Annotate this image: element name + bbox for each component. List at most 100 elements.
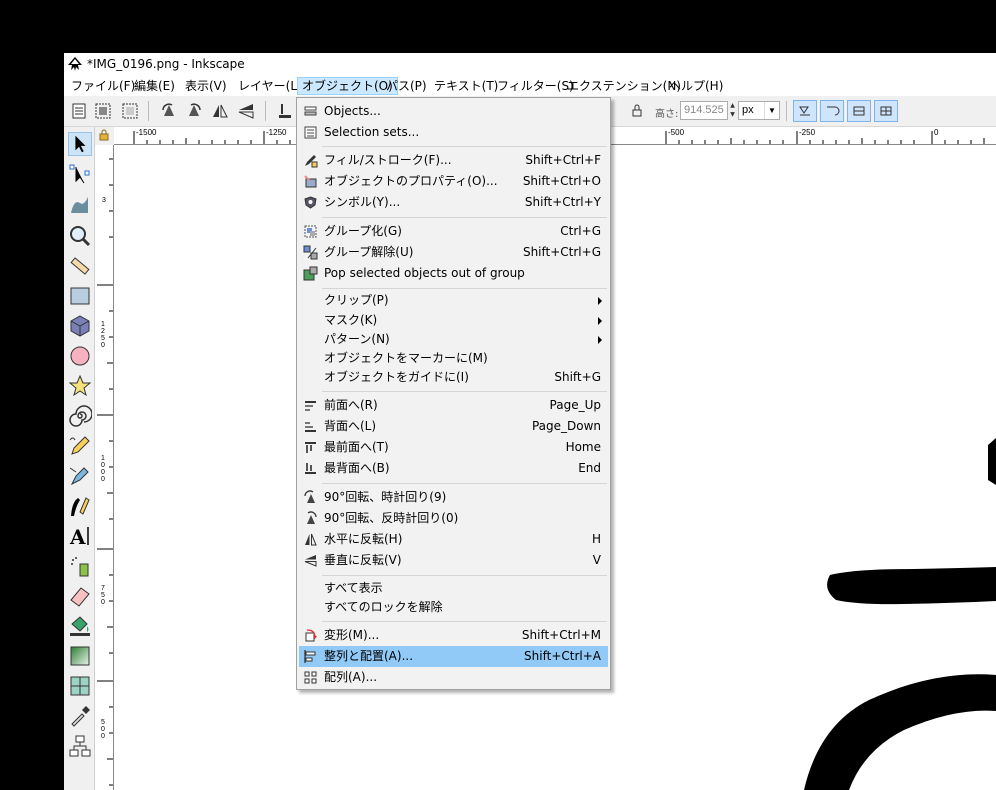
menu-separator	[322, 483, 607, 484]
scale-corners-icon	[827, 106, 840, 116]
menu-item-fill-stroke[interactable]: フィル/ストローク(F)... Shift+Ctrl+F	[299, 150, 608, 171]
transform-stroke-toggle[interactable]	[793, 100, 817, 122]
height-spinner[interactable]: ▲ ▼	[728, 101, 737, 120]
tweak-tool-icon[interactable]	[68, 193, 92, 217]
menu-edit[interactable]: 編集(E)	[130, 77, 179, 95]
selector-tool[interactable]	[68, 132, 92, 156]
ruler-label: -250	[799, 128, 816, 137]
chevron-down-icon: ▼	[764, 102, 779, 119]
toolbox: A	[64, 127, 95, 790]
scale-stroke-icon	[799, 106, 810, 116]
transform-gradients-toggle[interactable]	[847, 100, 871, 122]
menu-text[interactable]: テキスト(T)	[430, 77, 502, 95]
flip-vertical-icon	[304, 555, 317, 567]
menu-item-mask[interactable]: マスク(K)	[299, 310, 608, 331]
menu-file[interactable]: ファイル(F)	[67, 77, 139, 95]
menu-item-arrange[interactable]: 配列(A)...	[299, 667, 608, 688]
menu-separator	[322, 575, 607, 576]
rectangle-tool-icon[interactable]	[68, 284, 92, 308]
rotate-ccw-icon[interactable]	[160, 102, 178, 120]
flip-horizontal-icon	[305, 533, 317, 546]
menu-item-align-distribute[interactable]: 整列と配置(A)... Shift+Ctrl+A	[299, 646, 608, 667]
group-icon	[304, 225, 317, 238]
unit-select[interactable]: px ▼	[738, 101, 780, 120]
pop-out-group-icon	[303, 266, 318, 281]
menu-separator	[322, 146, 607, 147]
rotate-cw-icon[interactable]	[185, 102, 203, 120]
menu-item-object-properties[interactable]: オブジェクトのプロパティ(O)... Shift+Ctrl+O	[299, 171, 608, 192]
node-tool-icon[interactable]	[68, 163, 92, 187]
menu-item-group[interactable]: グループ化(G) Ctrl+G	[299, 221, 608, 242]
window-title: *IMG_0196.png - Inkscape	[87, 57, 245, 71]
eraser-tool-icon[interactable]	[68, 584, 92, 608]
menu-item-ungroup[interactable]: グループ解除(U) Shift+Ctrl+G	[299, 242, 608, 263]
menu-item-objects[interactable]: Objects...	[299, 101, 608, 122]
submenu-arrow-icon	[598, 297, 602, 305]
menu-item-pop-out-group[interactable]: Pop selected objects out of group	[299, 263, 608, 284]
menu-separator	[322, 217, 607, 218]
spiral-tool-icon[interactable]	[68, 404, 92, 428]
lock-icon[interactable]	[631, 102, 643, 120]
flip-vertical-icon[interactable]	[237, 102, 255, 120]
svg-text:A: A	[69, 525, 86, 548]
connector-tool-icon[interactable]	[68, 734, 92, 758]
menu-item-unlock-all[interactable]: すべてのロックを解除	[299, 597, 608, 618]
menu-item-flip-horizontal[interactable]: 水平に反転(H) H	[299, 529, 608, 550]
text-tool-icon[interactable]: A	[68, 524, 92, 548]
menu-item-pattern[interactable]: パターン(N)	[299, 329, 608, 350]
pencil-tool-icon[interactable]	[68, 434, 92, 458]
select-all-layers-icon[interactable]	[94, 102, 112, 120]
menu-path[interactable]: パス(P)	[382, 77, 431, 95]
raise-to-top-icon	[305, 442, 316, 453]
menu-item-raise[interactable]: 前面へ(R) Page_Up	[299, 395, 608, 416]
zoom-tool-icon[interactable]	[68, 224, 92, 248]
raise-icon	[305, 401, 316, 411]
menu-item-unhide-all[interactable]: すべて表示	[299, 578, 608, 599]
lower-to-bottom-icon[interactable]	[276, 102, 294, 120]
toolbar-separator	[786, 101, 787, 121]
3d-box-tool-icon[interactable]	[68, 314, 92, 338]
ruler-label: 1000	[101, 455, 105, 483]
title-bar: *IMG_0196.png - Inkscape	[64, 53, 996, 75]
paint-bucket-tool-icon[interactable]	[68, 614, 92, 638]
move-patterns-icon	[880, 106, 892, 116]
objects-icon	[304, 106, 317, 116]
flip-horizontal-icon[interactable]	[211, 102, 229, 120]
menu-item-rotate-cw[interactable]: 90°回転、時計回り(9)	[299, 487, 608, 508]
menu-item-objects-to-guides[interactable]: オブジェクトをガイドに(I) Shift+G	[299, 367, 608, 388]
measure-tool-icon[interactable]	[68, 254, 92, 278]
menu-item-flip-vertical[interactable]: 垂直に反転(V) V	[299, 550, 608, 571]
menu-item-transform[interactable]: 変形(M)... Shift+Ctrl+M	[299, 625, 608, 646]
deselect-icon[interactable]	[121, 102, 139, 120]
height-label: 高さ:	[655, 109, 679, 120]
object-menu-dropdown: Objects... Selection sets... フィル/ストローク(F…	[296, 97, 611, 690]
menu-layer[interactable]: レイヤー(L)	[234, 77, 306, 95]
calligraphy-tool-icon[interactable]	[68, 494, 92, 518]
spray-tool-icon[interactable]	[68, 554, 92, 578]
ellipse-tool-icon[interactable]	[68, 344, 92, 368]
gradient-tool-icon[interactable]	[68, 644, 92, 668]
menu-item-raise-to-top[interactable]: 最前面へ(T) Home	[299, 437, 608, 458]
menu-view[interactable]: 表示(V)	[181, 77, 231, 95]
mesh-tool-icon[interactable]	[68, 674, 92, 698]
menu-item-lower[interactable]: 背面へ(L) Page_Down	[299, 416, 608, 437]
dropper-tool-icon[interactable]	[68, 704, 92, 728]
transform-patterns-toggle[interactable]	[874, 100, 898, 122]
menu-separator	[322, 391, 607, 392]
height-input[interactable]: 914.525	[680, 101, 728, 120]
menu-item-rotate-ccw[interactable]: 90°回転、反時計回り(0)	[299, 508, 608, 529]
menu-help[interactable]: ヘルプ(H)	[665, 77, 727, 95]
menu-item-selection-sets[interactable]: Selection sets...	[299, 122, 608, 143]
ruler-label: 500	[101, 719, 105, 740]
menu-item-symbols[interactable]: シンボル(Y)... Shift+Ctrl+Y	[299, 192, 608, 213]
pen-tool-icon[interactable]	[68, 464, 92, 488]
select-all-icon[interactable]	[70, 102, 88, 120]
transform-corners-toggle[interactable]	[820, 100, 844, 122]
menu-item-clip[interactable]: クリップ(P)	[299, 290, 608, 311]
star-tool-icon[interactable]	[68, 374, 92, 398]
vertical-ruler[interactable]: 3 1250 1000 750 500	[95, 145, 114, 790]
fill-stroke-icon	[305, 155, 318, 168]
menu-item-objects-to-marker[interactable]: オブジェクトをマーカーに(M)	[299, 348, 608, 369]
menu-item-lower-to-bottom[interactable]: 最背面へ(B) End	[299, 458, 608, 479]
guide-lock-icon[interactable]	[98, 129, 110, 141]
